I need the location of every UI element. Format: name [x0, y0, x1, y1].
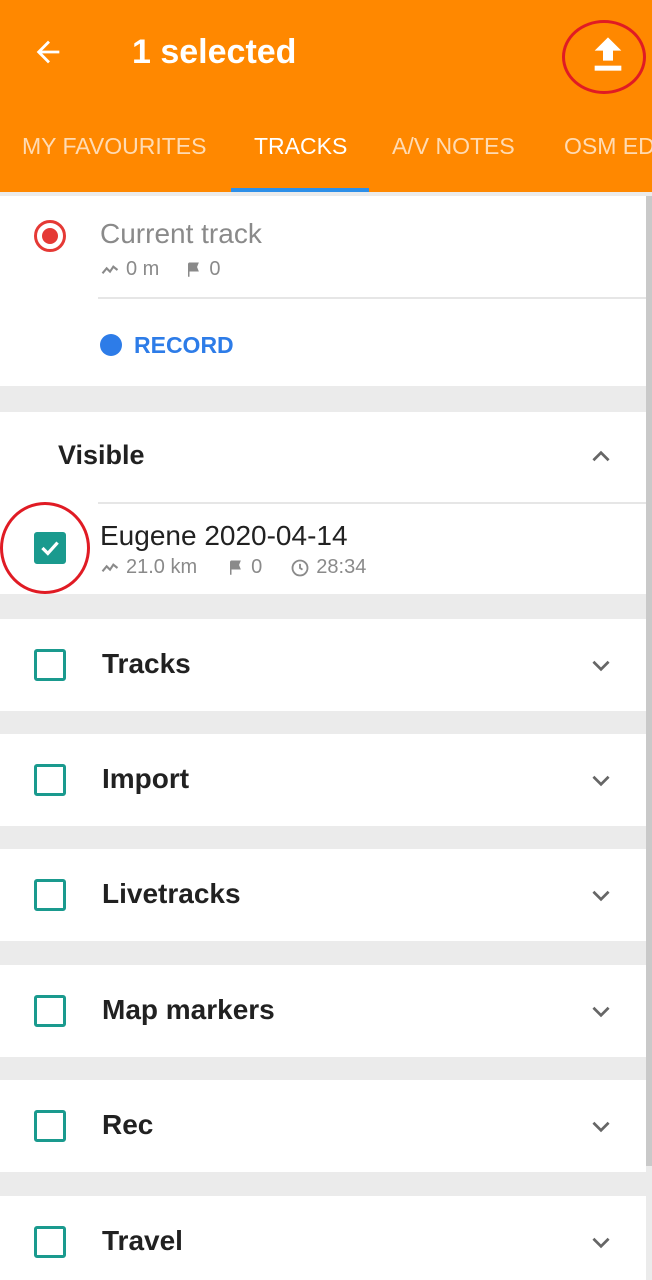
- scrollbar[interactable]: [646, 196, 652, 1166]
- divider: [98, 502, 646, 504]
- current-track-distance: 0 m: [126, 258, 160, 280]
- expand-rec-button[interactable]: [585, 1110, 617, 1142]
- chevron-down-icon: [592, 1121, 610, 1133]
- group-label-import: Import: [102, 763, 190, 794]
- record-button[interactable]: RECORD: [100, 328, 234, 362]
- tab-tracks[interactable]: TRACKS: [254, 116, 347, 192]
- track-duration: 28:34: [316, 556, 367, 578]
- divider: [98, 297, 646, 299]
- annotation-circle-upload: [562, 20, 646, 94]
- group-checkbox-rec[interactable]: [34, 1110, 66, 1142]
- expand-tracks-button[interactable]: [585, 649, 617, 681]
- group-livetracks[interactable]: [0, 849, 646, 941]
- tab-bar: MY FAVOURITES TRACKS A/V NOTES OSM EDITS: [0, 116, 652, 192]
- current-track-title[interactable]: Current track: [100, 218, 262, 250]
- recording-icon-inner: [42, 228, 58, 244]
- group-label-tracks: Tracks: [102, 648, 191, 679]
- flag-icon: [188, 262, 200, 277]
- track-waypoints: 0: [251, 556, 263, 578]
- chevron-down-icon: [592, 775, 610, 787]
- group-checkbox-map-markers[interactable]: [34, 995, 66, 1027]
- back-button[interactable]: [26, 30, 70, 74]
- annotation-circle-checkbox: [0, 502, 90, 594]
- group-label-travel: Travel: [102, 1225, 183, 1256]
- group-label-rec: Rec: [102, 1109, 154, 1140]
- chevron-down-icon: [592, 1006, 610, 1018]
- group-checkbox-import[interactable]: [34, 764, 66, 796]
- group-checkbox-travel[interactable]: [34, 1226, 66, 1258]
- flag-icon: [230, 560, 242, 575]
- current-track-meta: 0 m 0: [100, 258, 220, 281]
- expand-livetracks-button[interactable]: [585, 879, 617, 911]
- chevron-down-icon: [592, 1237, 610, 1249]
- expand-map-markers-button[interactable]: [585, 995, 617, 1027]
- current-track-card: [0, 196, 646, 386]
- track-name[interactable]: Eugene 2020-04-14: [100, 520, 348, 552]
- group-travel[interactable]: [0, 1196, 646, 1280]
- record-label: RECORD: [134, 331, 234, 358]
- track-meta: 21.0 km 0 28:34: [100, 556, 366, 579]
- record-dot-icon: [100, 334, 122, 356]
- arrow-left-icon: [36, 40, 60, 64]
- chevron-down-icon: [592, 660, 610, 672]
- distance-icon: [101, 562, 119, 572]
- distance-icon: [101, 264, 119, 274]
- tab-my-favourites[interactable]: MY FAVOURITES: [22, 116, 206, 192]
- tab-osm-edits[interactable]: OSM EDITS: [564, 116, 652, 192]
- tab-indicator: [231, 188, 369, 192]
- group-label-livetracks: Livetracks: [102, 878, 241, 909]
- group-rec[interactable]: [0, 1080, 646, 1172]
- track-distance: 21.0 km: [126, 556, 198, 578]
- clock-icon: [291, 559, 309, 576]
- expand-import-button[interactable]: [585, 764, 617, 796]
- group-import[interactable]: [0, 734, 646, 826]
- group-label-map-markers: Map markers: [102, 994, 275, 1025]
- selection-title: 1 selected: [132, 33, 297, 71]
- current-track-waypoints: 0: [209, 258, 221, 280]
- group-tracks[interactable]: [0, 619, 646, 711]
- collapse-visible-button[interactable]: [585, 441, 617, 473]
- tab-av-notes[interactable]: A/V NOTES: [392, 116, 515, 192]
- chevron-up-icon: [592, 450, 610, 462]
- group-checkbox-livetracks[interactable]: [34, 879, 66, 911]
- expand-travel-button[interactable]: [585, 1226, 617, 1258]
- chevron-down-icon: [592, 890, 610, 902]
- group-checkbox-tracks[interactable]: [34, 649, 66, 681]
- visible-section-title: Visible: [58, 440, 145, 470]
- group-map-markers[interactable]: [0, 965, 646, 1057]
